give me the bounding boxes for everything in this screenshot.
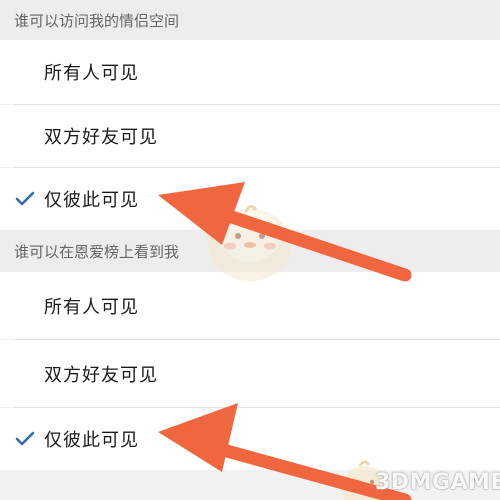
option-everyone[interactable]: 所有人可见	[0, 272, 500, 339]
option-only-each-other[interactable]: 仅彼此可见	[0, 408, 500, 470]
section-title: 谁可以访问我的情侣空间	[14, 11, 180, 30]
option-mutual-friends[interactable]: 双方好友可见	[0, 105, 500, 167]
option-label: 仅彼此可见	[44, 430, 139, 451]
watermark: 3DMGAME	[375, 470, 500, 495]
checkmark-icon	[14, 188, 36, 210]
section-header-access: 谁可以访问我的情侣空间	[0, 0, 500, 40]
option-everyone[interactable]: 所有人可见	[0, 40, 500, 104]
option-only-each-other[interactable]: 仅彼此可见	[0, 168, 500, 230]
option-label: 双方好友可见	[44, 364, 158, 386]
option-label: 所有人可见	[44, 63, 139, 84]
option-label: 双方好友可见	[44, 127, 158, 148]
section-title: 谁可以在恩爱榜上看到我	[14, 242, 180, 261]
option-label: 所有人可见	[44, 296, 139, 318]
section-header-ranking: 谁可以在恩爱榜上看到我	[0, 230, 500, 272]
option-mutual-friends[interactable]: 双方好友可见	[0, 340, 500, 407]
option-label: 仅彼此可见	[44, 190, 139, 211]
checkmark-icon	[14, 428, 36, 450]
